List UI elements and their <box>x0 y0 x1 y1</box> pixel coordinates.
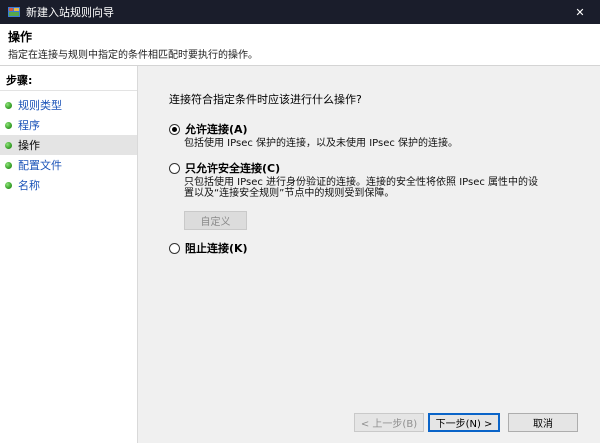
main-content: 连接符合指定条件时应该进行什么操作? 允许连接(A) 包括使用 IPsec 保护… <box>140 66 600 443</box>
close-icon: ✕ <box>575 5 585 19</box>
step-action[interactable]: 操作 <box>0 135 137 155</box>
option-allow[interactable]: 允许连接(A) <box>169 121 248 137</box>
step-label: 操作 <box>18 139 40 152</box>
option-allow-description: 包括使用 IPsec 保护的连接，以及未使用 IPsec 保护的连接。 <box>184 138 459 149</box>
step-name[interactable]: 名称 <box>0 175 137 195</box>
option-block[interactable]: 阻止连接(K) <box>169 240 248 256</box>
page-subtitle: 指定在连接与规则中指定的条件相匹配时要执行的操作。 <box>8 50 258 61</box>
step-status-icon <box>5 101 12 109</box>
cancel-button[interactable]: 取消 <box>508 413 578 432</box>
steps-label: 步骤: <box>6 74 33 87</box>
steps-divider <box>0 90 137 91</box>
page-header: 操作 指定在连接与规则中指定的条件相匹配时要执行的操作。 <box>0 24 600 66</box>
close-button[interactable]: ✕ <box>560 0 600 24</box>
step-status-icon <box>5 181 12 189</box>
option-secure-label: 只允许安全连接(C) <box>185 162 281 175</box>
option-block-label: 阻止连接(K) <box>185 242 248 255</box>
back-button[interactable]: < 上一步(B) <box>354 413 424 432</box>
step-label: 配置文件 <box>18 159 62 172</box>
step-status-icon <box>5 161 12 169</box>
radio-block[interactable] <box>169 242 180 254</box>
firewall-app-icon <box>8 7 20 17</box>
step-label: 规则类型 <box>18 99 62 112</box>
title-bar: 新建入站规则向导 ✕ <box>0 0 600 24</box>
customize-button[interactable]: 自定义 <box>184 211 247 230</box>
step-program[interactable]: 程序 <box>0 115 137 135</box>
option-secure-only[interactable]: 只允许安全连接(C) <box>169 160 280 176</box>
step-status-icon <box>5 141 12 149</box>
step-label: 名称 <box>18 179 40 192</box>
radio-allow[interactable] <box>169 123 180 135</box>
window-title: 新建入站规则向导 <box>26 6 114 19</box>
next-button[interactable]: 下一步(N) > <box>428 413 500 432</box>
steps-panel: 步骤: 规则类型 程序 操作 配置文件 名称 <box>0 66 138 443</box>
step-label: 程序 <box>18 119 40 132</box>
step-rule-type[interactable]: 规则类型 <box>0 95 137 115</box>
action-question: 连接符合指定条件时应该进行什么操作? <box>169 93 362 106</box>
step-status-icon <box>5 121 12 129</box>
option-allow-label: 允许连接(A) <box>185 123 248 136</box>
option-secure-description-line2: 置以及“连接安全规则”节点中的规则受到保障。 <box>184 188 395 199</box>
radio-secure-only[interactable] <box>169 162 180 174</box>
page-title: 操作 <box>8 30 33 44</box>
step-profile[interactable]: 配置文件 <box>0 155 137 175</box>
